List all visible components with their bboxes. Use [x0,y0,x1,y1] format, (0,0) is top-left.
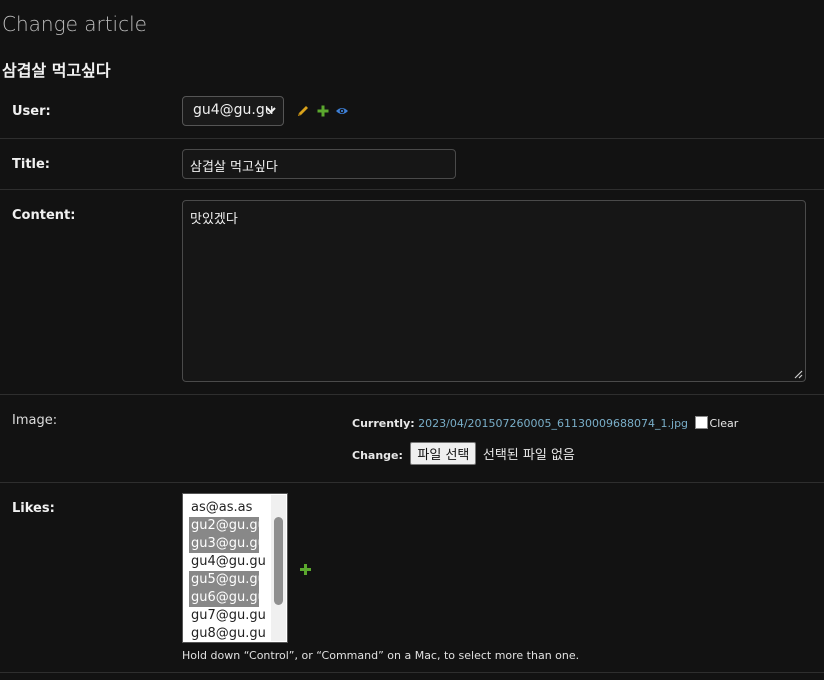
currently-label: Currently: [352,417,415,430]
resize-handle-icon[interactable] [794,370,803,379]
likes-scrollbar[interactable] [271,495,286,641]
content-text: 맛있겠다 [190,212,238,227]
pencil-icon[interactable] [296,104,310,118]
content-textarea[interactable]: 맛있겠다 [182,200,806,382]
change-file-line: Change: 파일 선택 선택된 파일 없음 [352,442,575,465]
likes-option[interactable]: gu4@gu.gu [189,553,266,571]
title-label: Title: [12,157,51,172]
likes-label: Likes: [12,501,55,516]
content-label: Content: [12,208,76,223]
clear-label: Clear [709,417,739,430]
likes-option[interactable]: as@as.as [189,499,259,517]
user-label: User: [12,104,51,119]
likes-option[interactable]: gu3@gu.gu [189,535,266,553]
likes-option[interactable]: gu8@gu.gu [189,625,266,642]
choose-file-button[interactable]: 파일 선택 [410,442,477,465]
current-file-link[interactable]: 2023/04/201507260005_61130009688074_1.jp… [418,417,688,430]
plus-icon[interactable] [316,104,330,118]
scrollbar-thumb[interactable] [274,517,283,605]
object-title: 삼겹살 먹고싶다 [2,61,111,80]
chevron-down-icon [266,107,276,114]
title-input[interactable]: 삼겹살 먹고싶다 [182,149,456,179]
eye-icon[interactable] [335,104,349,118]
likes-multiselect[interactable]: as@as.as gu2@gu.gu gu3@gu.gu gu4@gu.gu g… [182,493,288,643]
user-row [0,88,824,139]
image-label: Image: [12,413,58,428]
likes-help-text: Hold down “Control”, or “Command” on a M… [182,649,580,662]
likes-row [0,483,824,673]
clear-checkbox[interactable] [694,416,708,429]
image-row [0,395,824,483]
likes-option[interactable]: gu7@gu.gu [189,607,266,625]
current-file-line: Currently: 2023/04/201507260005_61130009… [352,416,738,430]
user-select-value: gu4@gu.gu [193,102,274,118]
no-file-text: 선택된 파일 없음 [482,448,575,463]
change-label: Change: [352,449,403,462]
likes-option[interactable]: gu2@gu.gu [189,517,266,535]
page-title: Change article [2,12,147,36]
add-like-plus-icon[interactable] [299,563,312,576]
likes-option[interactable]: gu5@gu.gu [189,571,266,589]
likes-option[interactable]: gu6@gu.gu [189,589,266,607]
user-select[interactable]: gu4@gu.gu [182,96,284,126]
